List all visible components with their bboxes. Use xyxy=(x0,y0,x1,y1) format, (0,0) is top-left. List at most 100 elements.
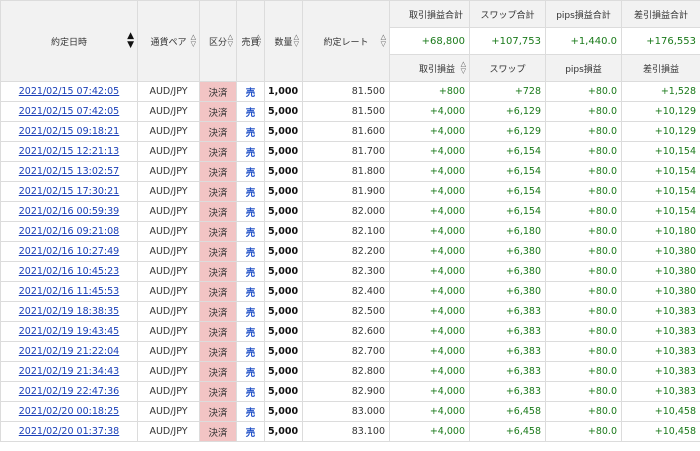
cell-pl: +4,000 xyxy=(389,181,470,202)
cell-swap: +6,383 xyxy=(469,361,546,382)
sort-arrows-icon[interactable]: △ ▽ xyxy=(294,34,299,48)
cell-net: +10,383 xyxy=(621,341,700,362)
cell-kind: 決済 xyxy=(199,121,237,142)
cell-swap: +6,154 xyxy=(469,181,546,202)
cell-swap: +6,129 xyxy=(469,121,546,142)
cell-kind: 決済 xyxy=(199,221,237,242)
cell-pair: AUD/JPY xyxy=(137,81,200,102)
trade-date-link[interactable]: 2021/02/16 09:21:08 xyxy=(19,226,119,237)
cell-net: +10,154 xyxy=(621,201,700,222)
cell-pair: AUD/JPY xyxy=(137,161,200,182)
cell-pair: AUD/JPY xyxy=(137,201,200,222)
cell-qty: 5,000 xyxy=(264,361,303,382)
cell-rate: 81.600 xyxy=(302,121,390,142)
cell-net: +1,528 xyxy=(621,81,700,102)
table-row: 2021/02/15 07:42:05 AUD/JPY 決済売 1,000 81.500… xyxy=(0,81,700,102)
col-header-qty[interactable]: 数量 △ ▽ xyxy=(264,0,303,82)
trade-date-link[interactable]: 2021/02/19 21:22:04 xyxy=(19,346,119,357)
cell-kind: 決済 xyxy=(199,281,237,302)
cell-swap: +6,458 xyxy=(469,401,546,422)
trade-date-link[interactable]: 2021/02/15 07:42:05 xyxy=(19,86,119,97)
sort-arrows-icon[interactable]: △ ▽ xyxy=(191,34,196,48)
cell-rate: 82.000 xyxy=(302,201,390,222)
sum-swap-title: スワップ合計 xyxy=(469,0,546,28)
cell-kind: 決済 xyxy=(199,381,237,402)
cell-net: +10,383 xyxy=(621,361,700,382)
cell-pair: AUD/JPY xyxy=(137,181,200,202)
col-header-date[interactable]: 約定日時 ▲ ▼ xyxy=(0,0,138,82)
cell-pips: +80.0 xyxy=(545,361,622,382)
cell-pl: +4,000 xyxy=(389,241,470,262)
cell-net: +10,458 xyxy=(621,421,700,442)
trade-date-link[interactable]: 2021/02/15 13:02:57 xyxy=(19,166,119,177)
cell-swap: +6,380 xyxy=(469,261,546,282)
cell-date: 2021/02/15 07:42:05 xyxy=(0,101,138,122)
cell-pips: +80.0 xyxy=(545,181,622,202)
trade-date-link[interactable]: 2021/02/15 09:18:21 xyxy=(19,126,119,137)
col-header-side[interactable]: 売買 △ ▽ xyxy=(236,0,265,82)
cell-pl: +4,000 xyxy=(389,201,470,222)
table-row: 2021/02/16 09:21:08 AUD/JPY 決済売 5,000 82.100… xyxy=(0,221,700,242)
cell-rate: 81.500 xyxy=(302,81,390,102)
sort-arrows-icon[interactable]: △ ▽ xyxy=(228,34,233,48)
trade-date-link[interactable]: 2021/02/16 11:45:53 xyxy=(19,286,119,297)
cell-rate: 82.200 xyxy=(302,241,390,262)
trade-date-link[interactable]: 2021/02/16 10:27:49 xyxy=(19,246,119,257)
cell-net: +10,180 xyxy=(621,221,700,242)
cell-pair: AUD/JPY xyxy=(137,301,200,322)
sort-arrows-icon[interactable]: △ ▽ xyxy=(461,61,466,75)
trade-date-link[interactable]: 2021/02/19 22:47:36 xyxy=(19,386,119,397)
sort-arrows-icon[interactable]: ▲ ▼ xyxy=(127,32,134,50)
cell-side: 売 xyxy=(236,341,265,362)
trade-date-link[interactable]: 2021/02/19 18:38:35 xyxy=(19,306,119,317)
cell-side: 売 xyxy=(236,161,265,182)
cell-qty: 5,000 xyxy=(264,161,303,182)
sum-net-value: +176,553 xyxy=(621,27,700,55)
table-row: 2021/02/19 21:22:04 AUD/JPY 決済売 5,000 82.700… xyxy=(0,341,700,362)
cell-date: 2021/02/20 01:37:38 xyxy=(0,421,138,442)
cell-side: 売 xyxy=(236,321,265,342)
table-row: 2021/02/15 17:30:21 AUD/JPY 決済売 5,000 81.900… xyxy=(0,181,700,202)
sort-arrows-icon[interactable]: △ ▽ xyxy=(381,34,386,48)
cell-swap: +6,380 xyxy=(469,241,546,262)
cell-side: 売 xyxy=(236,281,265,302)
cell-pips: +80.0 xyxy=(545,321,622,342)
cell-swap: +728 xyxy=(469,81,546,102)
cell-kind: 決済 xyxy=(199,81,237,102)
trade-date-link[interactable]: 2021/02/20 01:37:38 xyxy=(19,426,119,437)
cell-date: 2021/02/16 00:59:39 xyxy=(0,201,138,222)
cell-date: 2021/02/15 09:18:21 xyxy=(0,121,138,142)
trade-date-link[interactable]: 2021/02/19 21:34:43 xyxy=(19,366,119,377)
trade-date-link[interactable]: 2021/02/16 10:45:23 xyxy=(19,266,119,277)
cell-pl: +4,000 xyxy=(389,341,470,362)
cell-date: 2021/02/15 07:42:05 xyxy=(0,81,138,102)
trade-date-link[interactable]: 2021/02/15 17:30:21 xyxy=(19,186,119,197)
cell-date: 2021/02/20 00:18:25 xyxy=(0,401,138,422)
cell-rate: 82.800 xyxy=(302,361,390,382)
table-row: 2021/02/19 18:38:35 AUD/JPY 決済売 5,000 82.500… xyxy=(0,301,700,322)
cell-date: 2021/02/16 09:21:08 xyxy=(0,221,138,242)
col-header-net: 差引損益 xyxy=(621,54,700,82)
col-header-rate[interactable]: 約定レート △ ▽ xyxy=(302,0,390,82)
col-header-pl[interactable]: 取引損益 △ ▽ xyxy=(389,54,470,82)
cell-pl: +4,000 xyxy=(389,121,470,142)
cell-qty: 5,000 xyxy=(264,241,303,262)
cell-kind: 決済 xyxy=(199,241,237,262)
cell-side: 売 xyxy=(236,421,265,442)
cell-pl: +4,000 xyxy=(389,101,470,122)
trade-date-link[interactable]: 2021/02/15 12:21:13 xyxy=(19,146,119,157)
trade-date-link[interactable]: 2021/02/20 00:18:25 xyxy=(19,406,119,417)
cell-swap: +6,154 xyxy=(469,161,546,182)
sort-arrows-icon[interactable]: △ ▽ xyxy=(256,34,261,48)
cell-net: +10,383 xyxy=(621,301,700,322)
table-row: 2021/02/16 11:45:53 AUD/JPY 決済売 5,000 82.400… xyxy=(0,281,700,302)
cell-side: 売 xyxy=(236,361,265,382)
trade-date-link[interactable]: 2021/02/15 07:42:05 xyxy=(19,106,119,117)
col-header-kind[interactable]: 区分 △ ▽ xyxy=(199,0,237,82)
trade-date-link[interactable]: 2021/02/16 00:59:39 xyxy=(19,206,119,217)
col-header-pair[interactable]: 通貨ペア △ ▽ xyxy=(137,0,200,82)
cell-net: +10,129 xyxy=(621,121,700,142)
cell-net: +10,154 xyxy=(621,161,700,182)
trade-date-link[interactable]: 2021/02/19 19:43:45 xyxy=(19,326,119,337)
table-row: 2021/02/20 01:37:38 AUD/JPY 決済売 5,000 83.100… xyxy=(0,421,700,442)
